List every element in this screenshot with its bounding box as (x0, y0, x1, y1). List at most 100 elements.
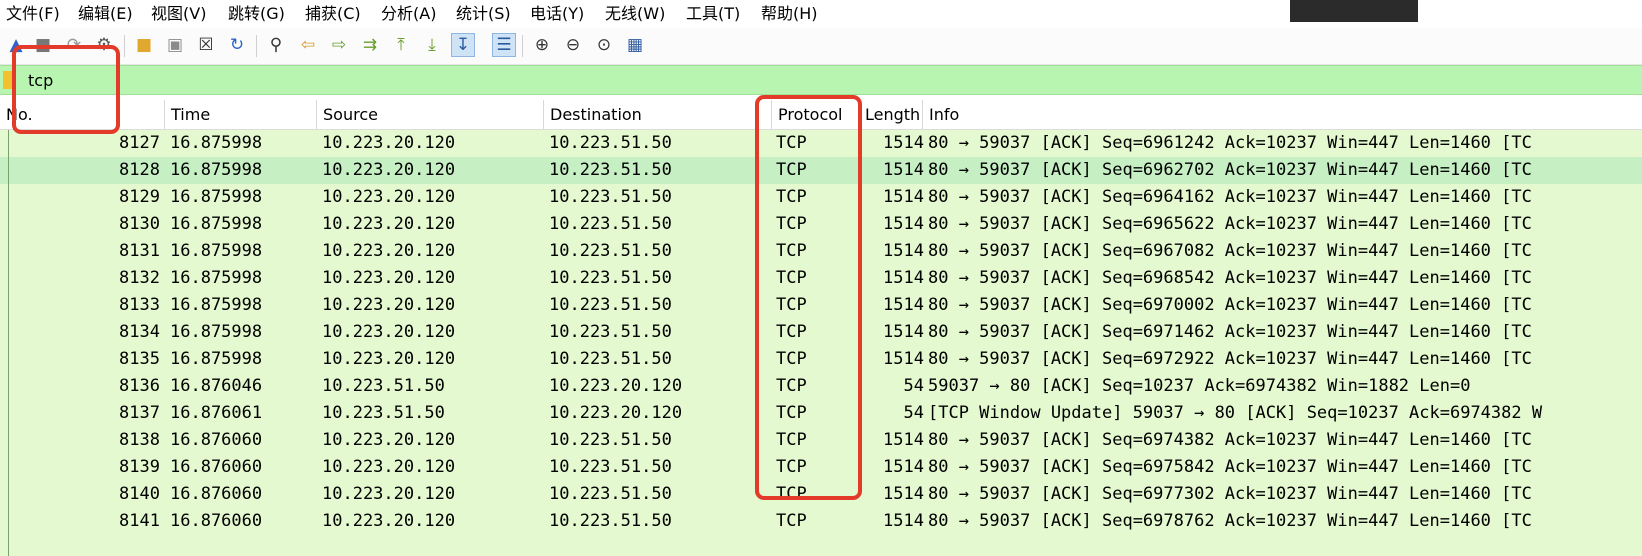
packet-destination: 10.223.20.120 (549, 403, 683, 423)
menu-edit[interactable]: 编辑(E) (78, 3, 133, 25)
packet-destination: 10.223.51.50 (549, 295, 672, 315)
packet-time: 16.875998 (170, 349, 263, 369)
packet-time: 16.876046 (170, 376, 263, 396)
packet-time: 16.875998 (170, 133, 263, 153)
packet-time: 16.876060 (170, 430, 263, 450)
packet-destination: 10.223.51.50 (549, 241, 672, 261)
last-packet-icon[interactable]: ⤓ (420, 33, 444, 57)
packet-info: 80 → 59037 [ACK] Seq=6968542 Ack=10237 W… (928, 268, 1532, 288)
annotation-box-filter (12, 45, 120, 134)
zoom-out-icon[interactable]: ⊖ (561, 33, 585, 57)
packet-no: 8141 (119, 511, 160, 531)
column-source[interactable]: Source (317, 100, 544, 129)
packet-info: 80 → 59037 [ACK] Seq=6961242 Ack=10237 W… (928, 133, 1532, 153)
packet-length: 1514 (883, 430, 924, 450)
packet-no: 8135 (119, 349, 160, 369)
packet-length: 1514 (883, 187, 924, 207)
packet-no: 8127 (119, 133, 160, 153)
packet-length: 1514 (883, 268, 924, 288)
packet-source: 10.223.20.120 (322, 511, 456, 531)
packet-source: 10.223.51.50 (322, 403, 445, 423)
menu-tools[interactable]: 工具(T) (686, 3, 740, 25)
packet-source: 10.223.20.120 (322, 430, 456, 450)
go-to-packet-icon[interactable]: ⇉ (358, 33, 382, 57)
packet-destination: 10.223.51.50 (549, 133, 672, 153)
reload-icon[interactable]: ↻ (225, 33, 249, 57)
close-file-icon[interactable]: ☒ (194, 33, 218, 57)
packet-time: 16.875998 (170, 322, 263, 342)
packet-info: 80 → 59037 [ACK] Seq=6971462 Ack=10237 W… (928, 322, 1532, 342)
packet-info: 80 → 59037 [ACK] Seq=6978762 Ack=10237 W… (928, 511, 1532, 531)
packet-destination: 10.223.51.50 (549, 268, 672, 288)
column-time[interactable]: Time (165, 100, 317, 129)
packet-source: 10.223.20.120 (322, 214, 456, 234)
menu-statistics[interactable]: 统计(S) (456, 3, 511, 25)
colorize-icon[interactable]: ☰ (492, 33, 516, 57)
menu-wireless[interactable]: 无线(W) (605, 3, 665, 25)
back-arrow-icon[interactable]: ⇦ (296, 33, 320, 57)
resize-columns-icon[interactable]: ▦ (623, 33, 647, 57)
packet-time: 16.875998 (170, 268, 263, 288)
packet-no: 8137 (119, 403, 160, 423)
menu-help[interactable]: 帮助(H) (761, 3, 818, 25)
packet-info: 80 → 59037 [ACK] Seq=6964162 Ack=10237 W… (928, 187, 1532, 207)
packet-no: 8140 (119, 484, 160, 504)
save-file-icon[interactable]: ▣ (163, 33, 187, 57)
menu-capture[interactable]: 捕获(C) (305, 3, 361, 25)
packet-no: 8133 (119, 295, 160, 315)
packet-info: 80 → 59037 [ACK] Seq=6972922 Ack=10237 W… (928, 349, 1532, 369)
packet-no: 8138 (119, 430, 160, 450)
packet-destination: 10.223.51.50 (549, 322, 672, 342)
packet-no: 8132 (119, 268, 160, 288)
menu-telephony[interactable]: 电话(Y) (530, 3, 584, 25)
menu-file[interactable]: 文件(F) (6, 3, 60, 25)
autoscroll-icon[interactable]: ↧ (451, 33, 475, 57)
packet-info: 80 → 59037 [ACK] Seq=6975842 Ack=10237 W… (928, 457, 1532, 477)
packet-length: 1514 (883, 133, 924, 153)
menu-analyze[interactable]: 分析(A) (381, 3, 436, 25)
column-info[interactable]: Info (923, 100, 1642, 129)
packet-destination: 10.223.51.50 (549, 187, 672, 207)
column-destination[interactable]: Destination (544, 100, 772, 129)
menu-go[interactable]: 跳转(G) (228, 3, 285, 25)
display-filter-bar (0, 65, 1642, 95)
tree-guide-line (8, 130, 9, 556)
packet-no: 8128 (119, 160, 160, 180)
menu-view[interactable]: 视图(V) (151, 3, 206, 25)
toolbar-separator (522, 35, 523, 57)
packet-no: 8129 (119, 187, 160, 207)
packet-source: 10.223.20.120 (322, 160, 456, 180)
packet-no: 8136 (119, 376, 160, 396)
packet-time: 16.876060 (170, 484, 263, 504)
packet-destination: 10.223.51.50 (549, 430, 672, 450)
packet-no: 8134 (119, 322, 160, 342)
packet-destination: 10.223.51.50 (549, 214, 672, 234)
open-folder-icon[interactable]: ■ (132, 33, 156, 57)
column-length[interactable]: Length (859, 100, 923, 129)
packet-time: 16.875998 (170, 295, 263, 315)
packet-source: 10.223.20.120 (322, 268, 456, 288)
display-filter-input[interactable] (24, 68, 1632, 92)
packet-length: 1514 (883, 160, 924, 180)
packet-info: 59037 → 80 [ACK] Seq=10237 Ack=6974382 W… (928, 376, 1471, 396)
packet-length: 1514 (883, 511, 924, 531)
packet-time: 16.875998 (170, 187, 263, 207)
find-icon[interactable]: ⚲ (264, 33, 288, 57)
packet-info: [TCP Window Update] 59037 → 80 [ACK] Seq… (928, 403, 1543, 423)
zoom-in-icon[interactable]: ⊕ (530, 33, 554, 57)
first-packet-icon[interactable]: ⤒ (389, 33, 413, 57)
packet-source: 10.223.20.120 (322, 187, 456, 207)
packet-length: 1514 (883, 349, 924, 369)
packet-info: 80 → 59037 [ACK] Seq=6970002 Ack=10237 W… (928, 295, 1532, 315)
packet-destination: 10.223.51.50 (549, 484, 672, 504)
packet-source: 10.223.20.120 (322, 295, 456, 315)
packet-source: 10.223.20.120 (322, 457, 456, 477)
packet-source: 10.223.20.120 (322, 241, 456, 261)
packet-time: 16.875998 (170, 160, 263, 180)
packet-row[interactable]: 8141 16.876060 10.223.20.120 10.223.51.50 TC… (0, 508, 1642, 535)
packet-destination: 10.223.51.50 (549, 349, 672, 369)
menu-bar: 文件(F) 编辑(E) 视图(V) 跳转(G) 捕获(C) 分析(A) 统计(S… (0, 0, 1642, 28)
zoom-reset-icon[interactable]: ⊙ (592, 33, 616, 57)
packet-destination: 10.223.51.50 (549, 511, 672, 531)
forward-arrow-icon[interactable]: ⇨ (327, 33, 351, 57)
